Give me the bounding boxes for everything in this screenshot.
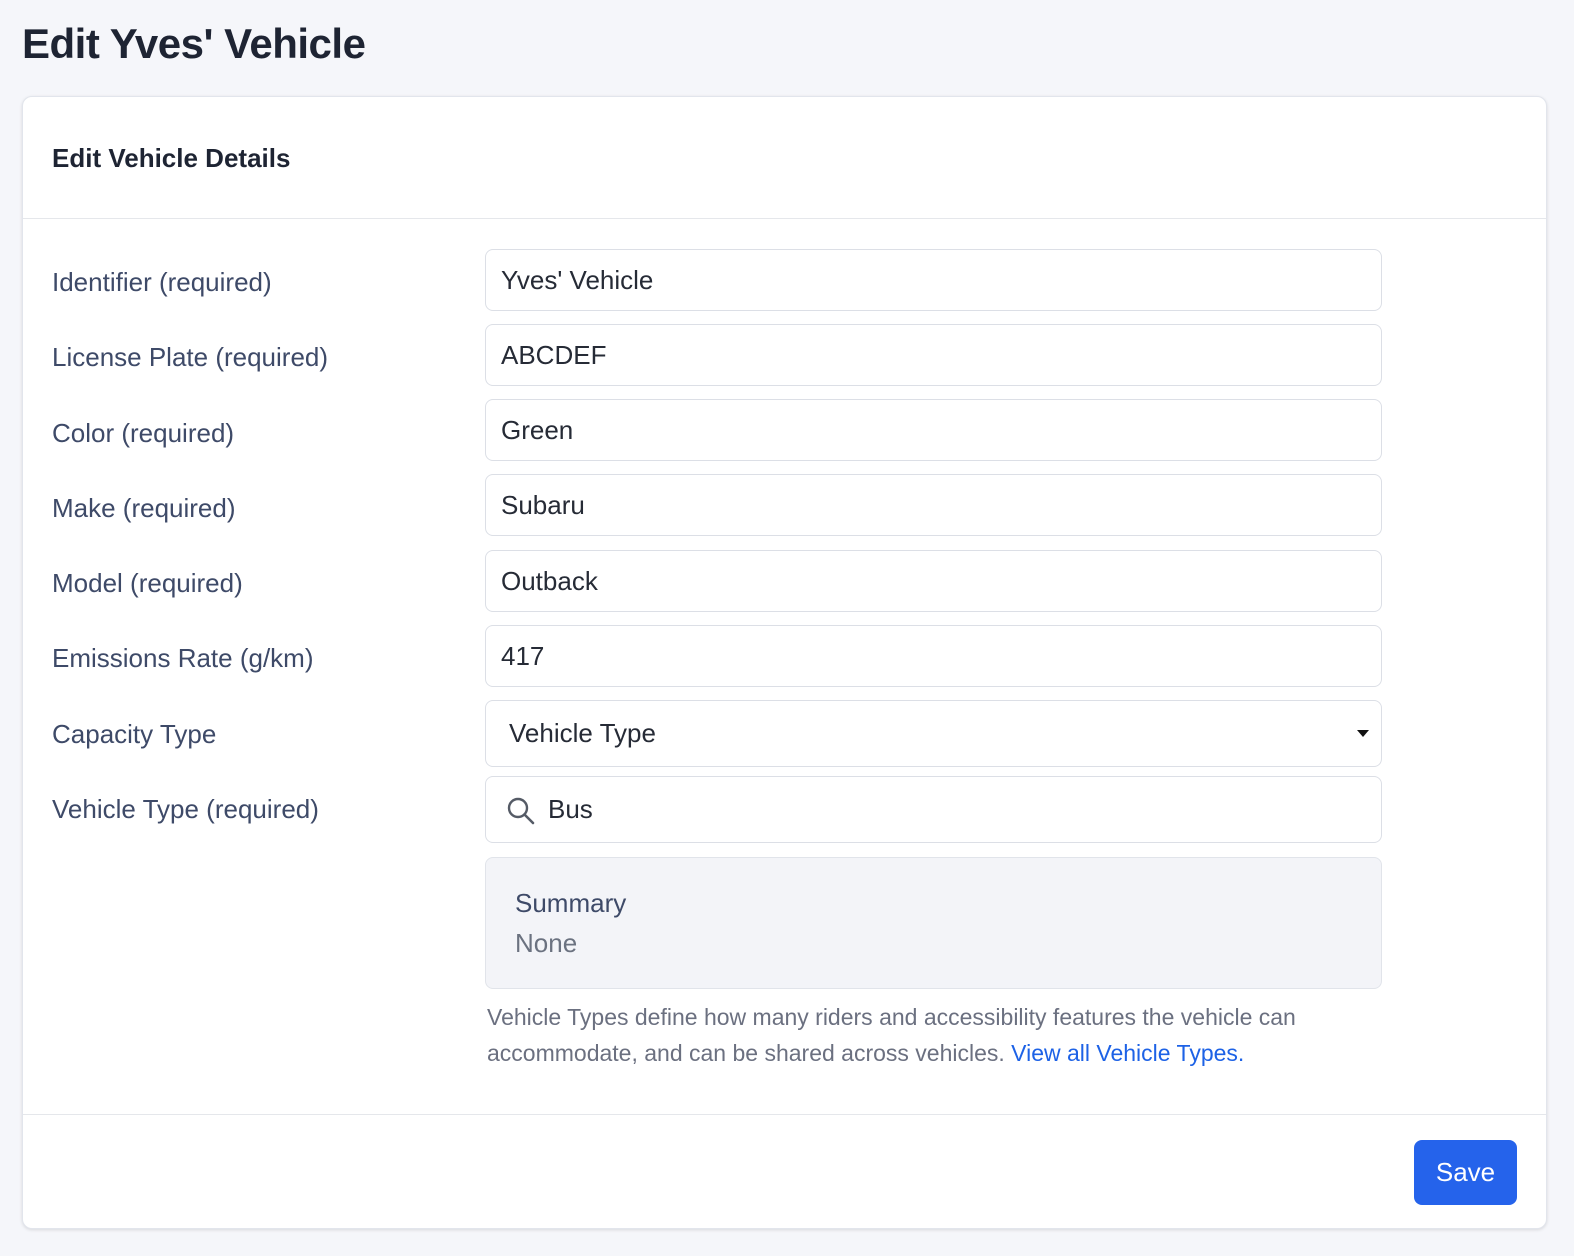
summary-value: None [515, 928, 578, 958]
vehicle-type-help-text: Vehicle Types define how many riders and… [487, 999, 1387, 1071]
view-all-vehicle-types-link[interactable]: View all Vehicle Types. [1011, 1040, 1244, 1066]
license-plate-input[interactable] [485, 324, 1382, 386]
model-label: Model (required) [52, 568, 243, 598]
model-input[interactable] [485, 550, 1382, 612]
vehicle-type-summary: Summary None [485, 857, 1382, 989]
vehicle-details-card: Edit Vehicle Details Identifier (require… [22, 96, 1547, 1229]
save-button[interactable]: Save [1414, 1140, 1517, 1205]
vehicle-type-label: Vehicle Type (required) [52, 794, 319, 824]
summary-title: Summary [515, 888, 627, 918]
capacity-type-select[interactable]: Vehicle Type [485, 700, 1382, 767]
capacity-type-selected-value: Vehicle Type [509, 718, 656, 748]
card-title: Edit Vehicle Details [52, 143, 291, 173]
identifier-input[interactable] [485, 249, 1382, 311]
license-plate-label: License Plate (required) [52, 342, 329, 372]
page-title: Edit Yves' Vehicle [22, 20, 366, 67]
emissions-rate-label: Emissions Rate (g/km) [52, 643, 314, 673]
make-input[interactable] [485, 474, 1382, 536]
chevron-down-icon [1357, 730, 1369, 737]
card-footer: Save [23, 1114, 1546, 1230]
capacity-type-label: Capacity Type [52, 719, 217, 749]
search-icon [507, 797, 535, 825]
color-input[interactable] [485, 399, 1382, 461]
vehicle-type-search-input[interactable]: Bus [485, 776, 1382, 843]
make-label: Make (required) [52, 493, 236, 523]
color-label: Color (required) [52, 418, 235, 448]
card-header: Edit Vehicle Details [23, 97, 1546, 219]
vehicle-type-search-value: Bus [548, 794, 593, 824]
emissions-rate-input[interactable] [485, 625, 1382, 687]
identifier-label: Identifier (required) [52, 267, 272, 297]
